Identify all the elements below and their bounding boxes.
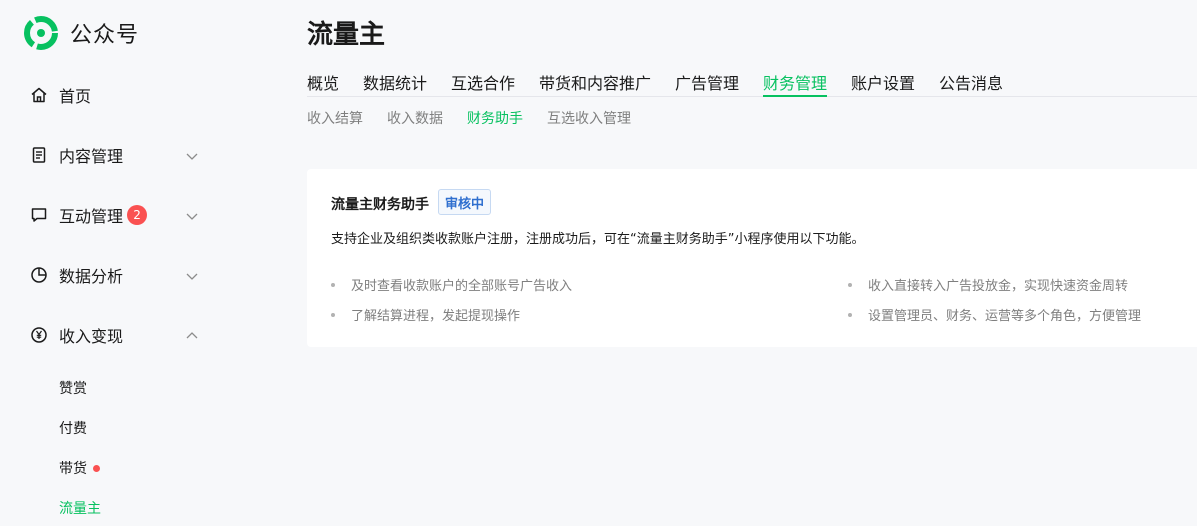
- sidebar-item-monetization[interactable]: 收入变现: [30, 321, 200, 349]
- tab-data-statistics[interactable]: 数据统计: [363, 70, 427, 97]
- page-title: 流量主: [307, 20, 386, 50]
- feature-item: 了解结算进程，发起提现操作: [331, 305, 520, 324]
- tab-overview[interactable]: 概览: [307, 70, 339, 97]
- card-description: 支持企业及组织类收款账户注册，注册成功后，可在“流量主财务助手”小程序使用以下功…: [331, 232, 865, 247]
- sidebar-item-interaction-management[interactable]: 互动管理 2: [30, 201, 200, 229]
- sidebar-item-label: 收入变现: [59, 327, 124, 346]
- sidebar-item-home[interactable]: 首页: [30, 81, 200, 109]
- tab-commerce-promotion[interactable]: 带货和内容推广: [539, 70, 651, 97]
- sidebar-subitem-label: 赞赏: [59, 381, 87, 397]
- sidebar-subitem-commerce[interactable]: 带货: [59, 457, 100, 479]
- feature-text: 了解结算进程，发起提现操作: [351, 309, 521, 324]
- tab-finance-management[interactable]: 财务管理: [763, 70, 828, 97]
- pie-chart-icon: [31, 267, 47, 283]
- chevron-up-icon[interactable]: [186, 330, 198, 342]
- sidebar-subitem-label: 付费: [59, 421, 87, 437]
- sidebar-item-content-management[interactable]: 内容管理: [30, 141, 200, 169]
- feature-text: 设置管理员、财务、运营等多个角色，方便管理: [868, 309, 1142, 324]
- sidebar-item-label: 互动管理: [59, 207, 124, 226]
- yuan-coin-icon: [31, 327, 47, 343]
- bullet-dot: [331, 282, 335, 287]
- notification-badge: 2: [127, 205, 148, 225]
- document-icon: [32, 147, 46, 163]
- bullet-dot: [848, 282, 852, 287]
- sidebar: 公众号 首页 内容管理 互动管理 2 数据分析 收入变现 赞赏 付费 带货 流量…: [0, 0, 220, 526]
- bullet-dot: [331, 312, 335, 317]
- wechat-official-account-logo-icon: [24, 16, 58, 50]
- brand-name: 公众号: [70, 23, 140, 48]
- feature-text: 收入直接转入广告投放金，实现快速资金周转: [868, 279, 1129, 294]
- finance-assistant-card: 流量主财务助手 审核中 支持企业及组织类收款账户注册，注册成功后，可在“流量主财…: [307, 169, 1197, 347]
- feature-text: 及时查看收款账户的全部账号广告收入: [351, 279, 573, 294]
- bullet-dot: [848, 312, 852, 317]
- sidebar-item-data-analysis[interactable]: 数据分析: [30, 261, 200, 289]
- sidebar-subitem-traffic-master[interactable]: 流量主: [59, 497, 101, 519]
- main-tabs: 概览 数据统计 互选合作 带货和内容推广 广告管理 财务管理 账户设置 公告消息: [307, 66, 1197, 97]
- subtab-income-settlement[interactable]: 收入结算: [307, 108, 363, 128]
- subtab-finance-assistant[interactable]: 财务助手: [467, 108, 523, 128]
- home-icon: [31, 87, 47, 103]
- subtab-income-data[interactable]: 收入数据: [387, 108, 443, 128]
- sidebar-item-label: 首页: [59, 87, 92, 106]
- sidebar-subitem-label: 带货: [59, 461, 87, 477]
- feature-item: 设置管理员、财务、运营等多个角色，方便管理: [848, 305, 1141, 324]
- chevron-down-icon[interactable]: [186, 150, 198, 162]
- sidebar-subitem-reward[interactable]: 赞赏: [59, 377, 87, 399]
- tab-account-settings[interactable]: 账户设置: [851, 70, 915, 97]
- card-title: 流量主财务助手: [331, 197, 429, 213]
- tab-ad-management[interactable]: 广告管理: [675, 70, 739, 97]
- chevron-down-icon[interactable]: [186, 210, 198, 222]
- tab-announcements[interactable]: 公告消息: [939, 70, 1003, 97]
- sidebar-subitem-label: 流量主: [59, 501, 101, 517]
- sidebar-item-label: 数据分析: [59, 267, 124, 286]
- chat-bubble-icon: [31, 208, 47, 222]
- feature-item: 收入直接转入广告投放金，实现快速资金周转: [848, 275, 1128, 294]
- sidebar-item-label: 内容管理: [59, 147, 124, 166]
- sidebar-subitem-paid[interactable]: 付费: [59, 417, 87, 439]
- new-indicator-dot: [93, 464, 100, 472]
- tab-mutual-selection[interactable]: 互选合作: [451, 70, 515, 97]
- chevron-down-icon[interactable]: [186, 270, 198, 282]
- status-badge: 审核中: [438, 189, 492, 215]
- subtab-mutual-income[interactable]: 互选收入管理: [547, 108, 631, 128]
- feature-item: 及时查看收款账户的全部账号广告收入: [331, 275, 572, 294]
- brand-logo[interactable]: 公众号: [24, 16, 139, 50]
